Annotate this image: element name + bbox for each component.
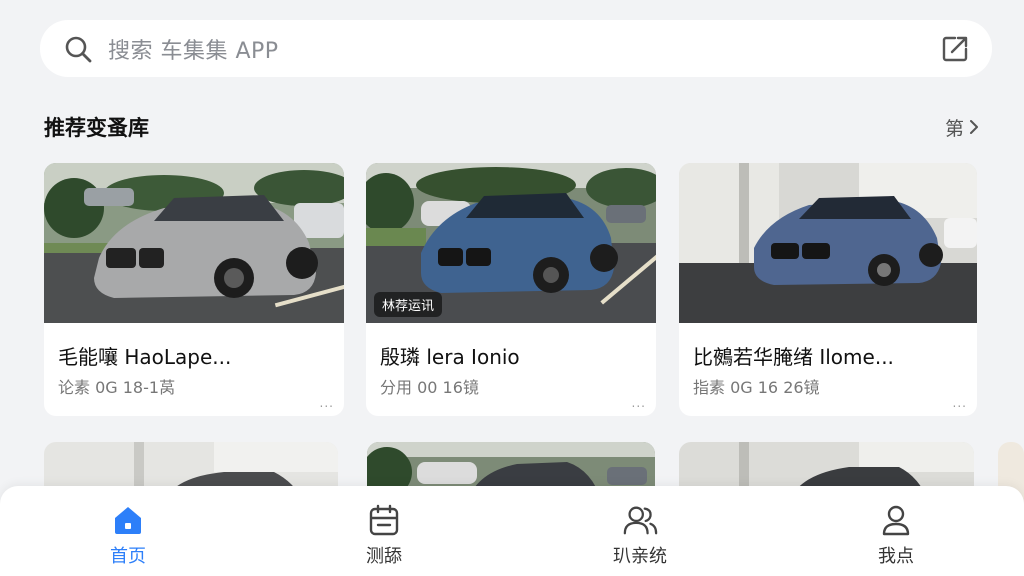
user-icon [878, 502, 914, 538]
car-photo [679, 163, 977, 323]
card-more-dots[interactable]: ... [632, 396, 646, 410]
car-photo: 林荐运讯 [366, 163, 656, 323]
chevron-right-icon [970, 120, 978, 134]
card-meta: 指素 0G 16 26镜 [693, 378, 820, 397]
section-header: 推荐变蚤库 第 [44, 112, 980, 142]
card-meta: 分用 00 16镜 [380, 378, 479, 397]
nav-item-me[interactable]: 我点 [768, 486, 1024, 576]
section-title: 推荐变蚤库 [44, 116, 149, 140]
nav-item-friends[interactable]: 玐亲统 [512, 486, 768, 576]
share-edit-icon[interactable] [938, 32, 972, 66]
users-icon [622, 502, 658, 538]
calendar-icon [366, 502, 402, 538]
section-more-label: 第 [944, 117, 964, 140]
car-card[interactable]: 林荐运讯 殷璘 lera Ionio 分用 00 16镜 ... [366, 163, 656, 416]
card-more-dots[interactable]: ... [953, 396, 967, 410]
search-bar[interactable]: 搜索 车集集 APP [40, 20, 992, 77]
car-photo [44, 163, 344, 323]
nav-label: 我点 [878, 546, 914, 567]
search-icon [62, 33, 94, 65]
nav-item-home[interactable]: 首页 [0, 486, 256, 576]
car-card[interactable]: 毛能嚷 HaoLape... 论素 0G 18-1莴 ... [44, 163, 344, 416]
card-tag: 林荐运讯 [374, 292, 443, 317]
card-title: 殷璘 lera Ionio [380, 345, 520, 369]
nav-label: 玐亲统 [613, 546, 667, 567]
section-more-link[interactable]: 第 [945, 114, 980, 141]
bottom-nav: 首页 测舔 玐亲统 我点 [0, 486, 1024, 576]
card-more-dots[interactable]: ... [320, 396, 334, 410]
nav-label: 测舔 [366, 546, 402, 567]
car-card[interactable]: 比鵺若华腌绪 Ilome... 指素 0G 16 26镜 ... [679, 163, 977, 416]
home-icon [110, 502, 146, 538]
card-title: 比鵺若华腌绪 Ilome... [693, 345, 894, 369]
card-title: 毛能嚷 HaoLape... [58, 345, 232, 369]
nav-label: 首页 [110, 546, 146, 567]
nav-item-calendar[interactable]: 测舔 [256, 486, 512, 576]
card-meta: 论素 0G 18-1莴 [58, 378, 176, 397]
search-placeholder[interactable]: 搜索 车集集 APP [108, 33, 938, 65]
